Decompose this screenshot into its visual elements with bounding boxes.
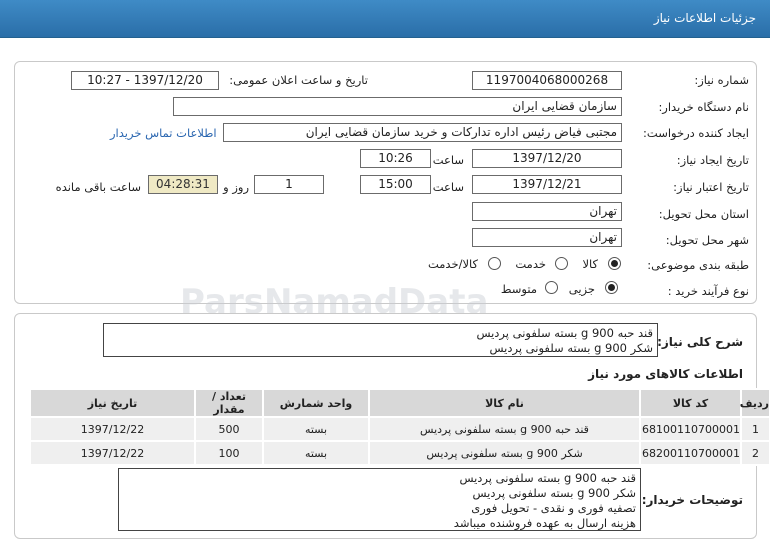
remaining-label: ساعت باقی مانده xyxy=(55,180,141,194)
remaining-days-field[interactable]: 1 xyxy=(254,175,324,194)
category-option-goods-service: کالا/خدمت xyxy=(427,257,478,271)
col-need-date: تاریخ نیاز xyxy=(29,388,196,418)
buyer-org-field[interactable]: سازمان قضایی ایران xyxy=(173,97,622,116)
buyer-org-label: نام دستگاه خریدار: xyxy=(658,100,749,114)
col-row: ردیف xyxy=(740,388,770,418)
validity-time-label: ساعت xyxy=(432,180,464,194)
province-label: استان محل تحویل: xyxy=(658,207,749,221)
process-option-minor: جزیی xyxy=(568,282,595,296)
validity-date-label: تاریخ اعتبار نیاز: xyxy=(673,180,749,194)
buyer-notes-label: توضیحات خریدار: xyxy=(641,493,743,507)
category-option-service: خدمت xyxy=(515,257,546,271)
days-label: روز و xyxy=(223,180,249,194)
goods-section-title: اطلاعات کالاهای مورد نیاز xyxy=(588,367,743,381)
title-bar: جزئیات اطلاعات نیاز xyxy=(0,0,770,38)
col-name: نام کالا xyxy=(368,388,641,418)
process-radio-medium[interactable] xyxy=(545,281,558,294)
category-radio-goods-service[interactable] xyxy=(488,257,501,270)
created-time-label: ساعت xyxy=(432,153,464,167)
summary-line: قند حبه 900 g بسته سلفونی پردیس xyxy=(476,326,653,340)
created-time-field[interactable]: 10:26 xyxy=(360,149,431,168)
table-row: 2 0168200110700001 شکر 900 g بسته سلفونی… xyxy=(29,440,770,466)
cell-unit: بسته xyxy=(262,440,370,466)
cell-quantity: 500 xyxy=(194,416,264,442)
need-number-label: شماره نیاز: xyxy=(694,73,749,87)
table-row: 1 0168100110700001 قند حبه 900 g بسته سل… xyxy=(29,416,770,442)
remaining-time-field: 04:28:31 xyxy=(148,175,218,194)
process-option-medium: متوسط xyxy=(500,282,537,296)
buyer-notes-box: قند حبه 900 g بسته سلفونی پردیس شکر 900 … xyxy=(118,468,641,531)
process-label: نوع فرآیند خرید : xyxy=(667,284,749,298)
buyer-notes-line: هزینه ارسال به عهده فروشنده میباشد xyxy=(453,516,636,530)
cell-code: 0168100110700001 xyxy=(639,416,742,442)
cell-code: 0168200110700001 xyxy=(639,440,742,466)
page-title: جزئیات اطلاعات نیاز xyxy=(653,11,756,25)
cell-unit: بسته xyxy=(262,416,370,442)
summary-label: شرح کلی نیاز: xyxy=(657,335,743,349)
category-radio-goods[interactable] xyxy=(608,257,621,270)
need-number-field[interactable]: 1197004068000268 xyxy=(472,71,622,90)
category-option-goods: کالا xyxy=(582,257,598,271)
created-date-label: تاریخ ایجاد نیاز: xyxy=(676,153,749,167)
buyer-notes-line: قند حبه 900 g بسته سلفونی پردیس xyxy=(459,471,636,485)
validity-time-field[interactable]: 15:00 xyxy=(360,175,431,194)
city-label: شهر محل تحویل: xyxy=(665,233,749,247)
requester-label: ایجاد کننده درخواست: xyxy=(643,126,749,140)
summary-box: قند حبه 900 g بسته سلفونی پردیس شکر 900 … xyxy=(103,323,658,357)
buyer-notes-line: شکر 900 g بسته سلفونی پردیس xyxy=(472,486,637,500)
goods-table-header: ردیف کد کالا نام کالا واحد شمارش تعداد /… xyxy=(29,388,770,418)
col-quantity: تعداد / مقدار xyxy=(194,388,264,418)
requester-field[interactable]: مجتبی فیاض رئیس اداره تدارکات و خرید ساز… xyxy=(223,123,622,142)
col-unit: واحد شمارش xyxy=(262,388,370,418)
process-radio-minor[interactable] xyxy=(605,281,618,294)
announce-label: تاریخ و ساعت اعلان عمومی: xyxy=(229,73,368,87)
announce-date-field[interactable]: 1397/12/20 - 10:27 xyxy=(71,71,219,90)
buyer-contact-link[interactable]: اطلاعات تماس خریدار xyxy=(110,126,217,140)
cell-row: 2 xyxy=(740,440,770,466)
cell-row: 1 xyxy=(740,416,770,442)
cell-name: شکر 900 g بسته سلفونی پردیس xyxy=(368,440,641,466)
city-field[interactable]: تهران xyxy=(472,228,622,247)
cell-quantity: 100 xyxy=(194,440,264,466)
goods-table: ردیف کد کالا نام کالا واحد شمارش تعداد /… xyxy=(29,388,770,466)
category-label: طبقه بندی موضوعی: xyxy=(647,258,749,272)
category-radio-service[interactable] xyxy=(555,257,568,270)
cell-need-date: 1397/12/22 xyxy=(29,440,196,466)
validity-date-field[interactable]: 1397/12/21 xyxy=(472,175,622,194)
cell-name: قند حبه 900 g بسته سلفونی پردیس xyxy=(368,416,641,442)
col-code: کد کالا xyxy=(639,388,742,418)
cell-need-date: 1397/12/22 xyxy=(29,416,196,442)
province-field[interactable]: تهران xyxy=(472,202,622,221)
created-date-field[interactable]: 1397/12/20 xyxy=(472,149,622,168)
buyer-notes-line: تصفیه فوری و نقدی - تحویل فوری xyxy=(471,501,636,515)
summary-line: شکر 900 g بسته سلفونی پردیس xyxy=(489,341,654,355)
